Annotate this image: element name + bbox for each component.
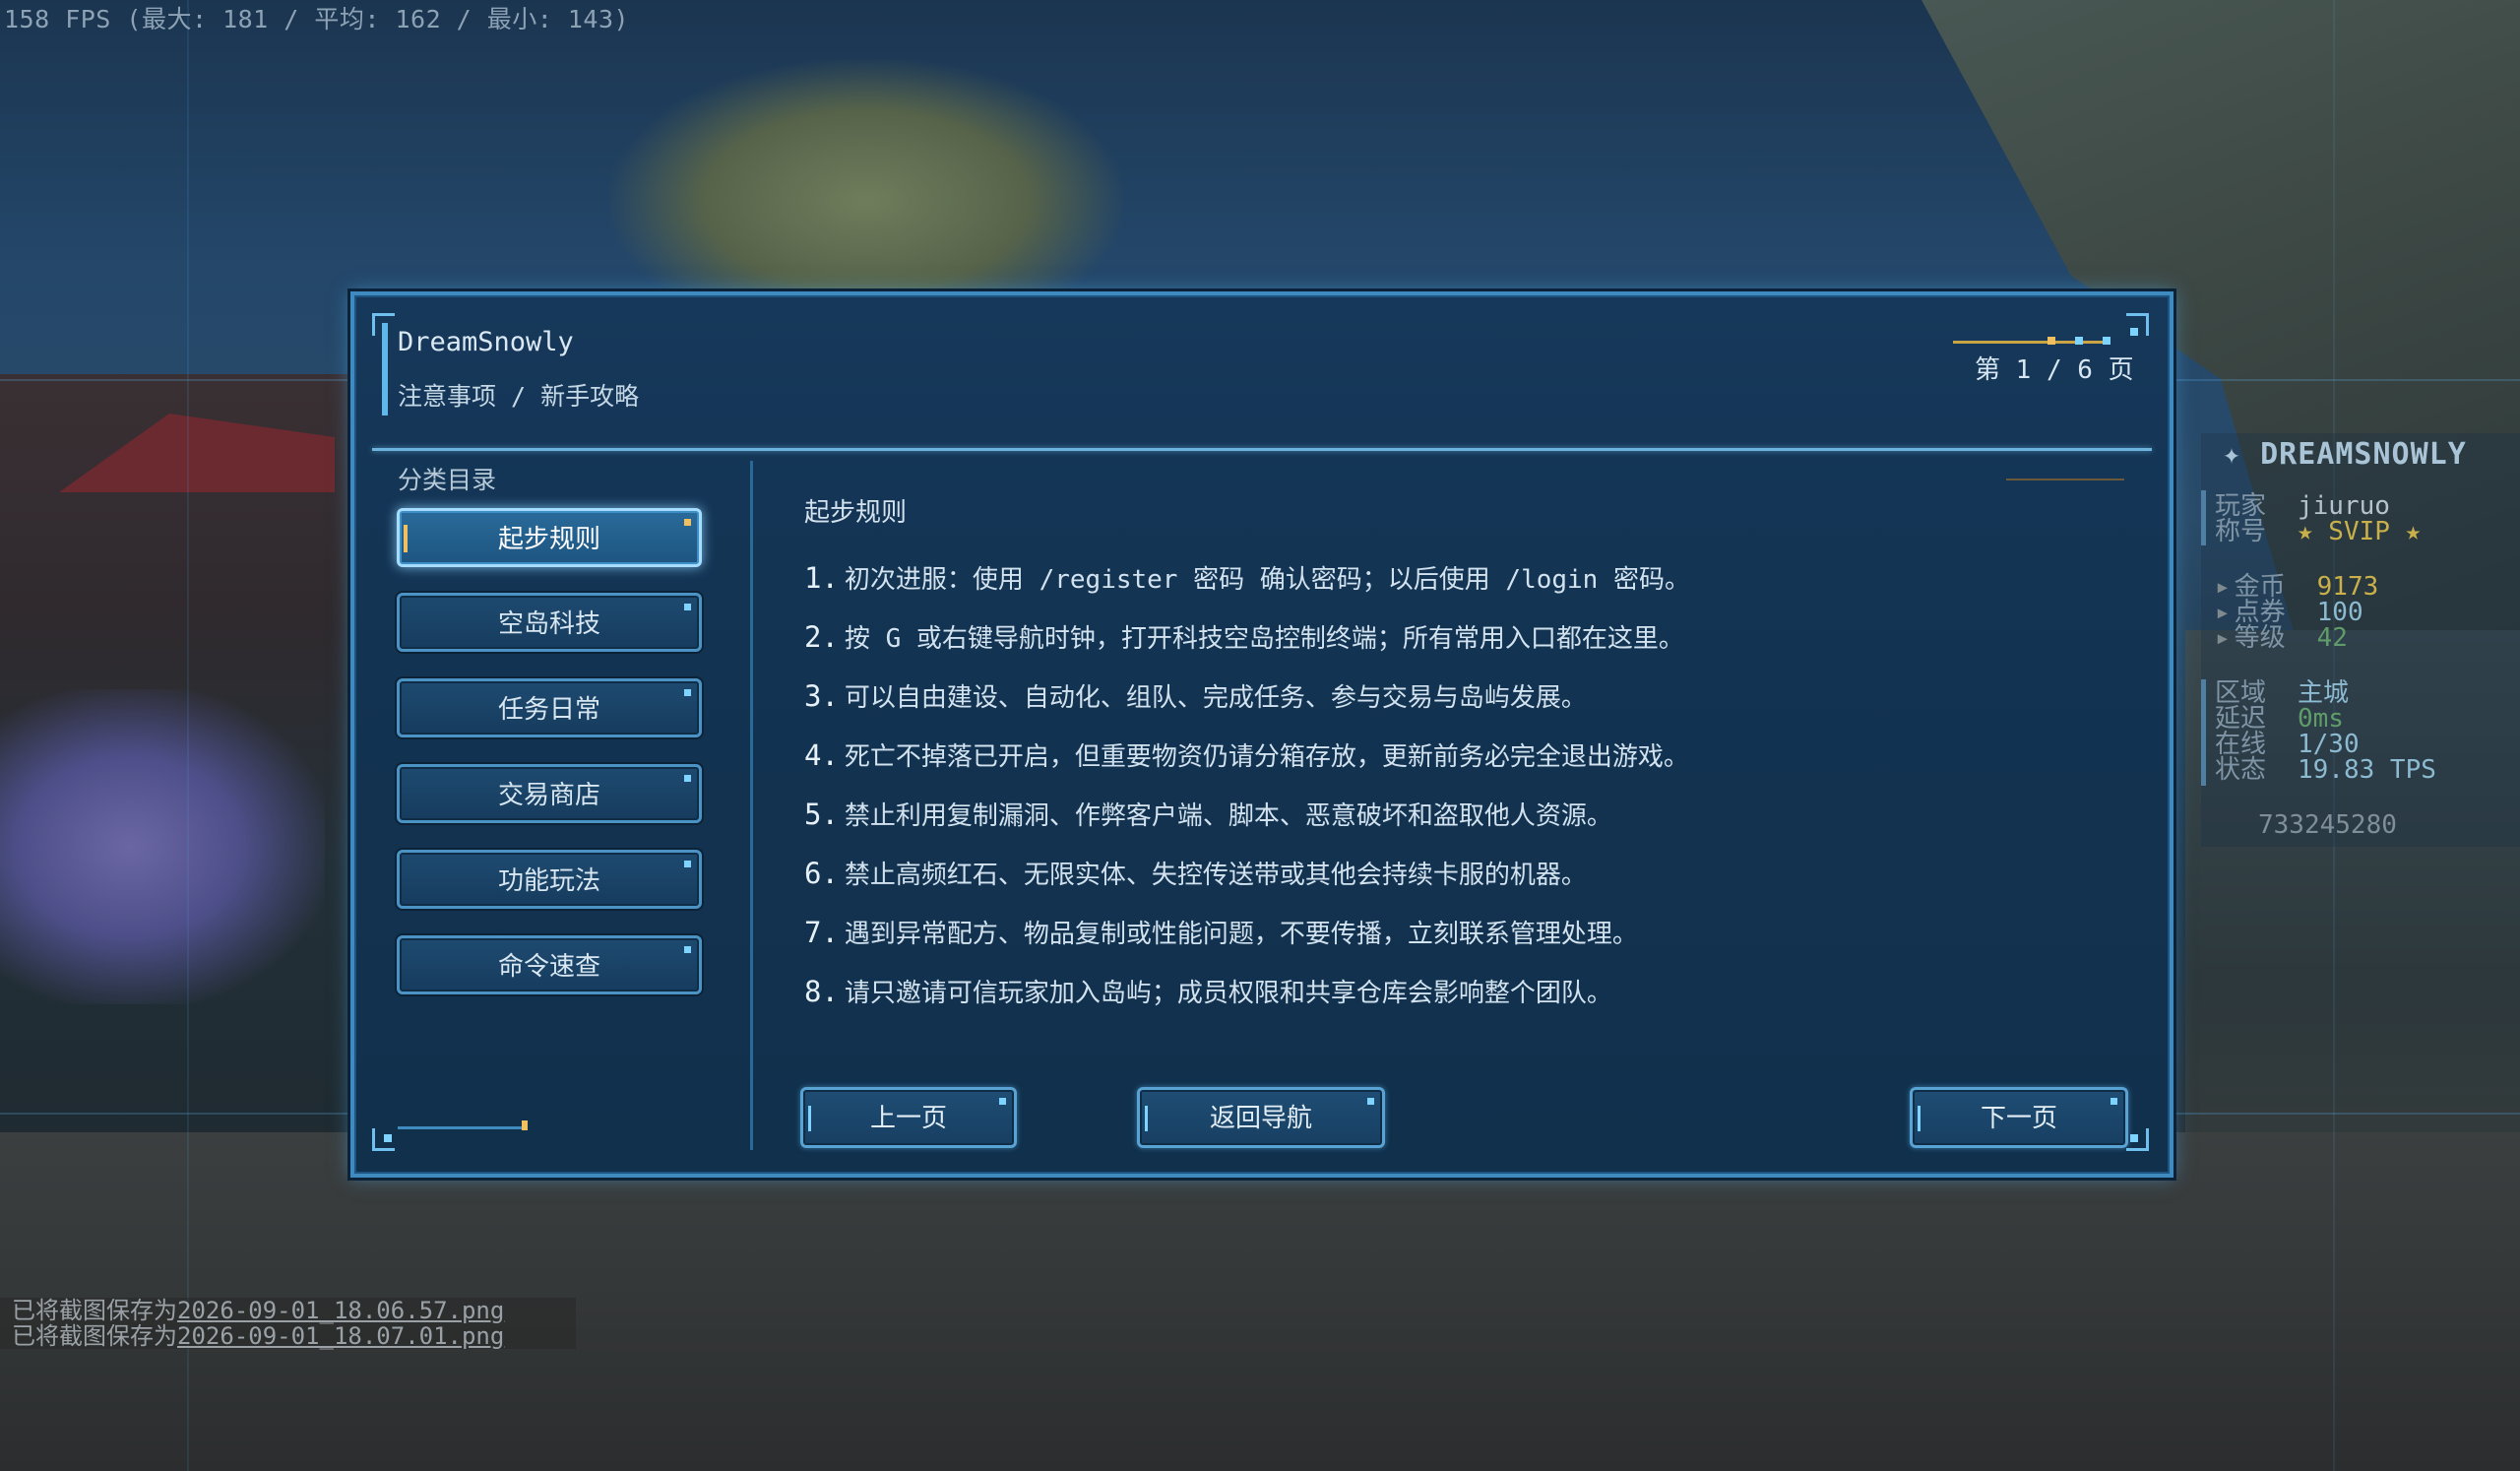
section-title: 起步规则	[804, 498, 908, 528]
sidebar-divider	[750, 461, 753, 1150]
scoreboard-title: ✦ DREAMSNOWLY	[2223, 437, 2467, 472]
deco-dot-icon	[2048, 337, 2055, 345]
status-value: 19.83 TPS	[2298, 755, 2436, 785]
deco-dot-icon	[2075, 337, 2083, 345]
corner-dot-icon	[1367, 1098, 1374, 1105]
category-item-trade-shop[interactable]: 交易商店	[397, 764, 702, 823]
active-indicator	[404, 525, 408, 552]
deco-dot-icon	[2103, 337, 2110, 345]
points-label: 点券	[2234, 598, 2286, 627]
rule-item: 2. 按 G 或右键导航时钟，打开科技空岛控制终端；所有常用入口都在这里。	[804, 620, 1684, 654]
purple-crystal-cluster	[0, 689, 325, 1004]
header-divider	[372, 448, 2152, 451]
category-title: 分类目录	[398, 466, 497, 494]
breadcrumb: 注意事项 / 新手攻略	[398, 382, 640, 411]
deco-dot-icon	[522, 1120, 528, 1130]
arrow-icon: ▸	[2215, 623, 2231, 653]
scoreboard-row-online: 在线 1/30	[2215, 731, 2360, 758]
corner-dot-icon	[2130, 328, 2138, 336]
rule-item: 3. 可以自由建设、自动化、组队、完成任务、参与交易与岛屿发展。	[804, 679, 1587, 713]
latency-label: 延迟	[2215, 704, 2267, 734]
corner-dot-icon	[2110, 1098, 2117, 1105]
brand-title: DreamSnowly	[398, 327, 574, 357]
category-item-commands[interactable]: 命令速查	[397, 935, 702, 994]
scoreboard-row-points: ▸ 点券 100	[2215, 599, 2363, 626]
corner-dot-icon	[999, 1098, 1006, 1105]
screenshot-file-link[interactable]: 2026-09-01_18.06.57.png	[177, 1297, 504, 1324]
scoreboard-row-latency: 延迟 0ms	[2215, 705, 2344, 733]
corner-dot-icon	[684, 604, 691, 610]
scoreboard-row-player: 玩家 jiuruo	[2215, 492, 2390, 520]
rule-item: 6. 禁止高频红石、无限实体、失控传送带或其他会持续卡服的机器。	[804, 857, 1587, 890]
back-to-nav-button[interactable]: 返回导航	[1137, 1087, 1385, 1148]
rule-item: 8. 请只邀请可信玩家加入岛屿；成员权限和共享仓库会影响整个团队。	[804, 975, 1612, 1008]
accent-bar	[808, 1106, 811, 1131]
chat-line: 已将截图保存为2026-09-01_18.06.57.png	[12, 1297, 505, 1324]
status-label: 状态	[2215, 755, 2267, 785]
rule-item: 4. 死亡不掉落已开启，但重要物资仍请分箱存放，更新前务必完全退出游戏。	[804, 738, 1689, 772]
scoreboard-row-coins: ▸ 金币 9173	[2215, 573, 2378, 601]
scoreboard-row-level: ▸ 等级 42	[2215, 624, 2348, 652]
scoreboard-footer: 733245280	[2258, 810, 2397, 840]
rank-value: ★ SVIP ★	[2298, 517, 2422, 546]
scoreboard: ✦ DREAMSNOWLY 玩家 jiuruo 称号 ★ SVIP ★ ▸ 金币 917…	[2201, 433, 2520, 847]
hud-grid-line	[187, 0, 189, 1471]
corner-dot-icon	[684, 519, 691, 526]
corner-dot-icon	[684, 946, 691, 953]
chat-line: 已将截图保存为2026-09-01_18.07.01.png	[12, 1322, 505, 1350]
category-item-daily-quests[interactable]: 任务日常	[397, 678, 702, 737]
screenshot-file-link[interactable]: 2026-09-01_18.07.01.png	[177, 1322, 504, 1350]
corner-dot-icon	[384, 1134, 392, 1142]
sidebar-deco-line	[398, 1126, 526, 1129]
page-indicator: 第 1 / 6 页	[1975, 355, 2134, 385]
scoreboard-row-rank: 称号 ★ SVIP ★	[2215, 518, 2421, 545]
header-accent-bar	[382, 323, 388, 416]
level-value: 42	[2316, 623, 2348, 653]
corner-dot-icon	[684, 861, 691, 867]
rule-item: 1. 初次进服：使用 /register 密码 确认密码；以后使用 /login …	[804, 561, 1690, 595]
online-label: 在线	[2215, 730, 2267, 759]
header-deco-line	[1953, 341, 2107, 344]
corner-dot-icon	[684, 689, 691, 696]
prev-page-button[interactable]: 上一页	[800, 1087, 1017, 1148]
fps-counter: 158 FPS (最大: 181 / 平均: 162 / 最小: 143)	[4, 5, 630, 33]
content-deco-line	[2006, 479, 2124, 480]
player-label: 玩家	[2215, 491, 2267, 521]
rule-item: 5. 禁止利用复制漏洞、作弊客户端、脚本、恶意破坏和盗取他人资源。	[804, 798, 1612, 831]
coins-label: 金币	[2234, 572, 2286, 602]
accent-bar	[1145, 1106, 1148, 1131]
chat-log: 已将截图保存为2026-09-01_18.06.57.png 已将截图保存为20…	[0, 1298, 576, 1349]
scoreboard-accent-bar	[2201, 679, 2206, 786]
scoreboard-row-area: 区域 主城	[2215, 679, 2349, 707]
next-page-button[interactable]: 下一页	[1910, 1087, 2128, 1148]
leaf-cluster	[610, 59, 1122, 295]
category-item-skyblock-tech[interactable]: 空岛科技	[397, 593, 702, 652]
accent-bar	[1918, 1106, 1921, 1131]
scoreboard-row-status: 状态 19.83 TPS	[2215, 756, 2436, 784]
corner-dot-icon	[2130, 1134, 2138, 1142]
scoreboard-accent-bar	[2201, 490, 2206, 545]
category-item-basic-rules[interactable]: 起步规则	[397, 508, 702, 567]
rule-item: 7. 遇到异常配方、物品复制或性能问题，不要传播，立刻联系管理处理。	[804, 916, 1638, 949]
corner-dot-icon	[684, 775, 691, 782]
category-item-features[interactable]: 功能玩法	[397, 850, 702, 909]
level-label: 等级	[2234, 623, 2286, 653]
rank-label: 称号	[2215, 517, 2267, 546]
area-label: 区域	[2215, 678, 2267, 708]
